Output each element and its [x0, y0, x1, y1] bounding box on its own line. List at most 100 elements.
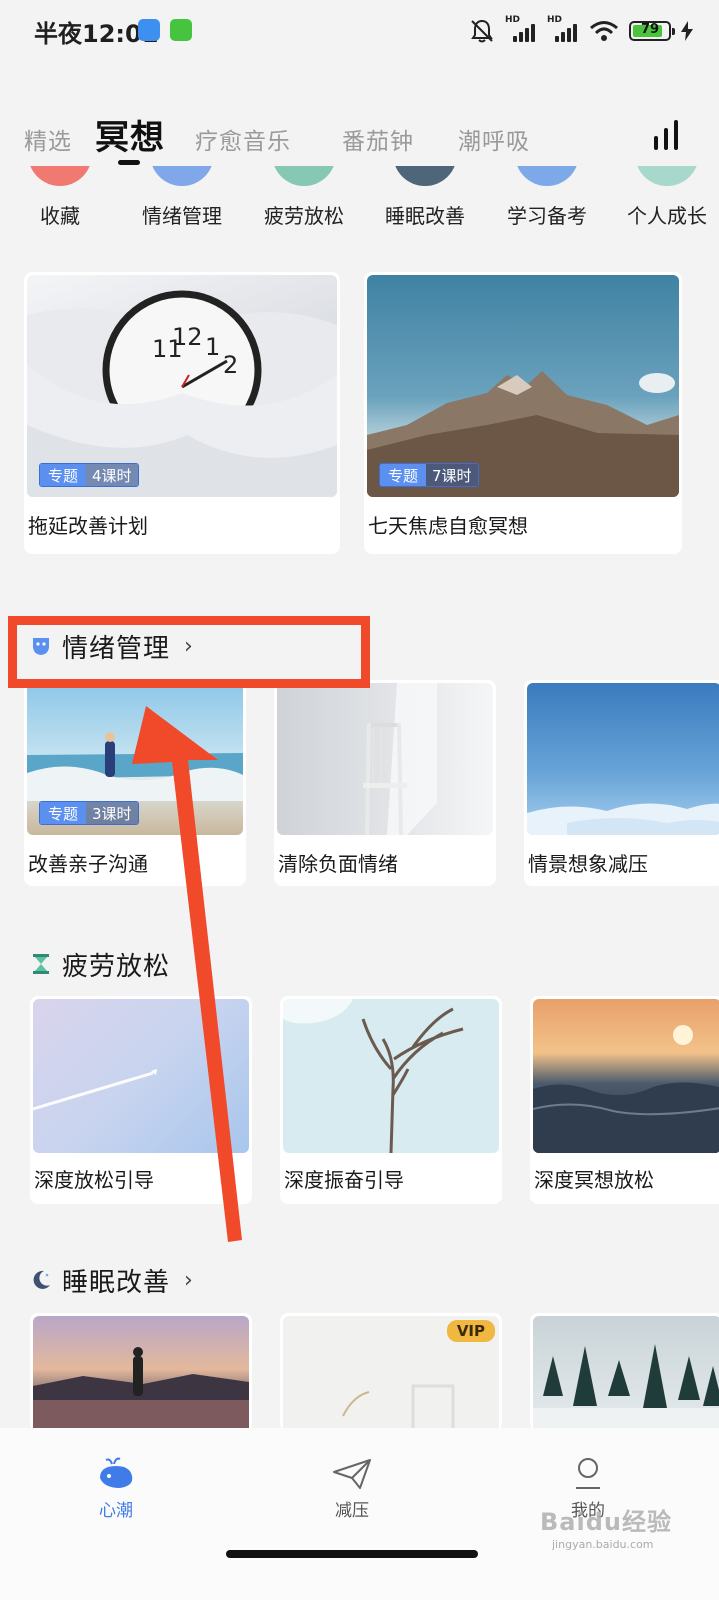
nav-decompress[interactable]: 减压 [292, 1456, 412, 1526]
sleep-card-3[interactable] [530, 1313, 719, 1431]
card-image [533, 1316, 719, 1431]
card-image: 11 12 1 2 专题 4课时 [27, 275, 337, 497]
moon-icon [33, 1270, 50, 1289]
featured-card-procrastination[interactable]: 11 12 1 2 专题 4课时 拖延改善计划 [24, 272, 340, 554]
airplane-illustration [33, 1069, 157, 1111]
status-icons: HD HD 79 [469, 15, 693, 46]
category-fatigue[interactable]: 疲劳放松 [242, 166, 366, 236]
card-title: 深度振奋引导 [284, 1168, 404, 1192]
fatigue-card-relax[interactable]: 深度放松引导 [30, 996, 252, 1204]
svg-text:1: 1 [205, 333, 220, 361]
charging-app-icon [170, 19, 192, 41]
fatigue-card-energize[interactable]: 深度振奋引导 [280, 996, 502, 1204]
whale-icon [100, 1457, 133, 1488]
tab-breathing[interactable]: 潮呼吸 [458, 122, 530, 156]
card-image [283, 999, 499, 1153]
category-label: 个人成长 [627, 204, 707, 228]
course-badge: 专题 3课时 [39, 801, 139, 825]
emotion-card-negative[interactable]: 清除负面情绪 [274, 680, 496, 886]
fatigue-icon [272, 166, 336, 186]
course-badge: 专题 7课时 [379, 463, 479, 487]
card-title: 清除负面情绪 [278, 852, 398, 876]
sky-illustration [527, 803, 719, 835]
card-image [33, 999, 249, 1153]
charging-bolt-icon [681, 21, 693, 41]
battery-icon: 79 [629, 21, 675, 41]
category-label: 疲劳放松 [264, 204, 344, 228]
category-label: 情绪管理 [142, 204, 222, 228]
profile-icon [576, 1458, 600, 1489]
svg-text:2: 2 [223, 351, 238, 379]
emotion-icon [150, 166, 214, 186]
tab-healing-music[interactable]: 疗愈音乐 [195, 122, 291, 156]
card-title: 情景想象减压 [528, 852, 648, 876]
card-title: 改善亲子沟通 [28, 852, 148, 876]
battery-level: 79 [640, 22, 660, 37]
favorites-icon [28, 166, 92, 186]
section-title: 睡眠改善 [62, 1267, 171, 1298]
nav-label: 减压 [335, 1501, 369, 1521]
sunset-sea-illustration [533, 1025, 719, 1153]
sleep-icon [393, 166, 457, 186]
lake-pier-illustration [33, 1347, 249, 1431]
foggy-forest-illustration [533, 1344, 719, 1431]
home-indicator[interactable] [226, 1550, 478, 1558]
tab-meditation[interactable]: 冥想 [95, 110, 165, 159]
sleep-card-2[interactable]: VIP [280, 1313, 502, 1431]
card-image: 专题 3课时 [27, 683, 243, 835]
status-bar: 半夜12:01 HD HD 79 [0, 0, 719, 64]
tree-illustration [283, 999, 464, 1153]
badge-count: 4课时 [86, 464, 138, 486]
notification-app-icon [138, 19, 160, 41]
signal-hd-1-icon: HD [505, 15, 537, 44]
category-study[interactable]: 学习备考 [485, 166, 609, 236]
equalizer-icon[interactable] [652, 118, 680, 150]
tab-selected[interactable]: 精选 [24, 122, 72, 156]
study-icon [515, 166, 579, 186]
sleep-card-1[interactable] [30, 1313, 252, 1431]
hourglass-icon [33, 954, 49, 974]
nav-label: 心潮 [99, 1501, 133, 1521]
signal-hd-2-icon: HD [547, 15, 579, 44]
card-image [277, 683, 493, 835]
vip-badge: VIP [446, 1320, 495, 1342]
category-shortcuts: 收藏 情绪管理 疲劳放松 睡眠改善 学习备考 个人成长 [0, 166, 719, 236]
chair-illustration [363, 683, 437, 835]
emotion-card-parenting[interactable]: 专题 3课时 改善亲子沟通 [24, 680, 246, 886]
badge-count: 3课时 [86, 802, 138, 824]
annotation-highlight-box [8, 616, 370, 688]
category-label: 学习备考 [507, 204, 587, 228]
course-badge: 专题 4课时 [39, 463, 139, 487]
svg-text:12: 12 [172, 323, 203, 351]
badge-type: 专题 [380, 464, 427, 486]
section-title: 疲劳放松 [62, 951, 171, 982]
watermark-url: jingyan.baidu.com [552, 1538, 654, 1551]
card-title: 七天焦虑自愈冥想 [368, 514, 528, 538]
card-image [33, 1316, 249, 1431]
card-image [527, 683, 719, 835]
section-header-sleep[interactable]: 睡眠改善 › [30, 1260, 193, 1300]
card-title: 拖延改善计划 [28, 514, 148, 538]
card-title: 深度放松引导 [34, 1168, 154, 1192]
fatigue-card-meditate[interactable]: 深度冥想放松 [530, 996, 719, 1204]
badge-type: 专题 [40, 802, 87, 824]
chevron-right-icon: › [184, 1267, 193, 1293]
card-image: 专题 7课时 [367, 275, 679, 497]
badge-type: 专题 [40, 464, 87, 486]
card-title: 深度冥想放松 [534, 1168, 654, 1192]
category-emotion[interactable]: 情绪管理 [120, 166, 244, 236]
emotion-card-imagery[interactable]: 情景想象减压 [524, 680, 719, 886]
tab-pomodoro[interactable]: 番茄钟 [342, 122, 414, 156]
featured-card-anxiety[interactable]: 专题 7课时 七天焦虑自愈冥想 [364, 272, 682, 554]
category-label: 睡眠改善 [385, 204, 465, 228]
badge-count: 7课时 [426, 464, 478, 486]
nav-home[interactable]: 心潮 [56, 1456, 176, 1526]
category-sleep[interactable]: 睡眠改善 [363, 166, 487, 236]
card-image [533, 999, 719, 1153]
category-favorites[interactable]: 收藏 [0, 166, 122, 236]
section-header-fatigue[interactable]: 疲劳放松 [30, 944, 170, 984]
growth-icon [635, 166, 699, 186]
category-growth[interactable]: 个人成长 [605, 166, 719, 236]
category-label: 收藏 [40, 204, 80, 228]
wifi-icon [590, 21, 618, 41]
